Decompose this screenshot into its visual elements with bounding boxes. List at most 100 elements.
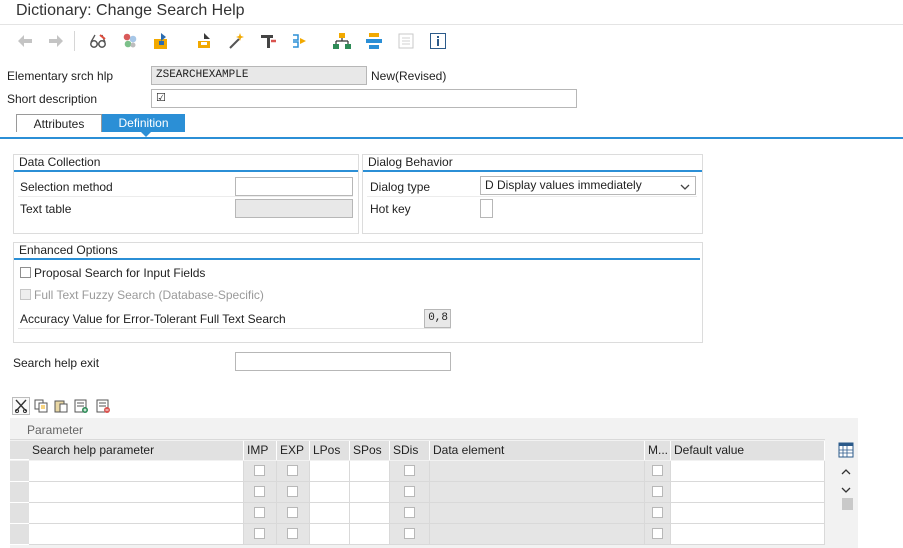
table-cell[interactable]	[29, 524, 244, 545]
scrollbar-thumb[interactable]	[842, 498, 853, 510]
hot-key-field[interactable]	[480, 199, 493, 218]
table-cell[interactable]	[29, 461, 244, 482]
row-checkbox[interactable]	[287, 486, 298, 497]
search-help-exit-field[interactable]	[235, 352, 451, 371]
column-header[interactable]: SPos	[350, 441, 390, 460]
table-settings-icon[interactable]	[837, 442, 855, 458]
selection-method-field[interactable]	[235, 177, 353, 196]
cut-icon[interactable]	[12, 397, 30, 415]
column-header[interactable]: EXP	[277, 441, 310, 460]
table-cell[interactable]	[430, 524, 645, 545]
scroll-down-icon[interactable]	[841, 483, 851, 497]
column-header[interactable]: Data element	[430, 441, 645, 460]
table-cell[interactable]	[430, 482, 645, 503]
table-cell[interactable]	[310, 461, 350, 482]
table-cell[interactable]	[671, 524, 825, 545]
table-cell[interactable]	[310, 482, 350, 503]
documentation-icon[interactable]	[395, 30, 417, 52]
checkbox-cell[interactable]	[277, 503, 310, 524]
text-table-field[interactable]	[235, 199, 353, 218]
column-header[interactable]: M...	[645, 441, 671, 460]
transport-icon[interactable]	[289, 30, 311, 52]
table-cell[interactable]	[350, 461, 390, 482]
checkbox-cell[interactable]	[277, 482, 310, 503]
table-cell[interactable]	[671, 482, 825, 503]
row-checkbox[interactable]	[404, 465, 415, 476]
copy-icon[interactable]	[32, 397, 50, 415]
column-header[interactable]: Search help parameter	[29, 441, 244, 460]
search-help-name-field[interactable]: ZSEARCHEXAMPLE	[151, 66, 367, 85]
row-selector[interactable]	[10, 503, 29, 524]
tab-attributes[interactable]: Attributes	[16, 114, 102, 132]
checkbox-cell[interactable]	[244, 482, 277, 503]
magic-wand-icon[interactable]	[225, 30, 247, 52]
table-cell[interactable]	[350, 503, 390, 524]
row-selector[interactable]	[10, 482, 29, 503]
checkbox-cell[interactable]	[390, 524, 430, 545]
checkbox-cell[interactable]	[390, 461, 430, 482]
display-change-glasses-icon[interactable]	[87, 30, 109, 52]
paste-icon[interactable]	[52, 397, 70, 415]
checkbox-cell[interactable]	[645, 461, 671, 482]
table-cell[interactable]	[29, 482, 244, 503]
checkbox-cell[interactable]	[277, 461, 310, 482]
table-cell[interactable]	[350, 482, 390, 503]
checkbox-cell[interactable]	[645, 482, 671, 503]
table-cell[interactable]	[350, 524, 390, 545]
column-header[interactable]: SDis	[390, 441, 430, 460]
table-cell[interactable]	[310, 503, 350, 524]
dialog-type-select[interactable]: D Display values immediately	[480, 176, 696, 195]
checkbox-cell[interactable]	[390, 503, 430, 524]
row-checkbox[interactable]	[404, 486, 415, 497]
row-checkbox[interactable]	[287, 507, 298, 518]
short-description-field[interactable]: ☑	[151, 89, 577, 108]
delete-row-icon[interactable]	[94, 397, 112, 415]
where-used-icon[interactable]	[257, 30, 279, 52]
table-cell[interactable]	[29, 503, 244, 524]
row-checkbox[interactable]	[254, 465, 265, 476]
select-all-cell[interactable]	[10, 441, 29, 460]
row-checkbox[interactable]	[652, 507, 663, 518]
row-checkbox[interactable]	[254, 486, 265, 497]
checkbox-cell[interactable]	[645, 503, 671, 524]
chevron-down-icon[interactable]	[680, 180, 690, 194]
row-selector[interactable]	[10, 461, 29, 482]
checkbox-cell[interactable]	[244, 461, 277, 482]
row-checkbox[interactable]	[254, 528, 265, 539]
row-checkbox[interactable]	[404, 528, 415, 539]
table-cell[interactable]	[671, 503, 825, 524]
back-arrow-icon[interactable]	[14, 30, 36, 52]
row-checkbox[interactable]	[652, 465, 663, 476]
column-header[interactable]: IMP	[244, 441, 277, 460]
other-object-icon[interactable]	[119, 30, 141, 52]
hierarchy-icon[interactable]	[331, 30, 353, 52]
scroll-up-icon[interactable]	[841, 465, 851, 479]
tab-definition[interactable]: Definition	[102, 114, 185, 132]
row-selector[interactable]	[10, 524, 29, 545]
checkbox-cell[interactable]	[244, 524, 277, 545]
table-cell[interactable]	[430, 461, 645, 482]
forward-arrow-icon[interactable]	[45, 30, 67, 52]
column-header[interactable]: LPos	[310, 441, 350, 460]
table-cell[interactable]	[310, 524, 350, 545]
checkbox-cell[interactable]	[244, 503, 277, 524]
accuracy-value-field[interactable]: 0,8	[424, 309, 451, 328]
object-list-icon[interactable]	[363, 30, 385, 52]
row-checkbox[interactable]	[287, 465, 298, 476]
check-object-icon[interactable]	[193, 30, 215, 52]
table-cell[interactable]	[671, 461, 825, 482]
row-checkbox[interactable]	[254, 507, 265, 518]
column-header[interactable]: Default value	[671, 441, 825, 460]
checkbox-cell[interactable]	[390, 482, 430, 503]
checkbox-cell[interactable]	[645, 524, 671, 545]
info-icon[interactable]	[427, 30, 449, 52]
insert-row-icon[interactable]	[72, 397, 90, 415]
checkbox-cell[interactable]	[277, 524, 310, 545]
row-checkbox[interactable]	[404, 507, 415, 518]
row-checkbox[interactable]	[652, 486, 663, 497]
row-checkbox[interactable]	[287, 528, 298, 539]
activate-icon[interactable]	[150, 30, 172, 52]
row-checkbox[interactable]	[652, 528, 663, 539]
table-cell[interactable]	[430, 503, 645, 524]
proposal-search-checkbox[interactable]	[20, 267, 31, 278]
